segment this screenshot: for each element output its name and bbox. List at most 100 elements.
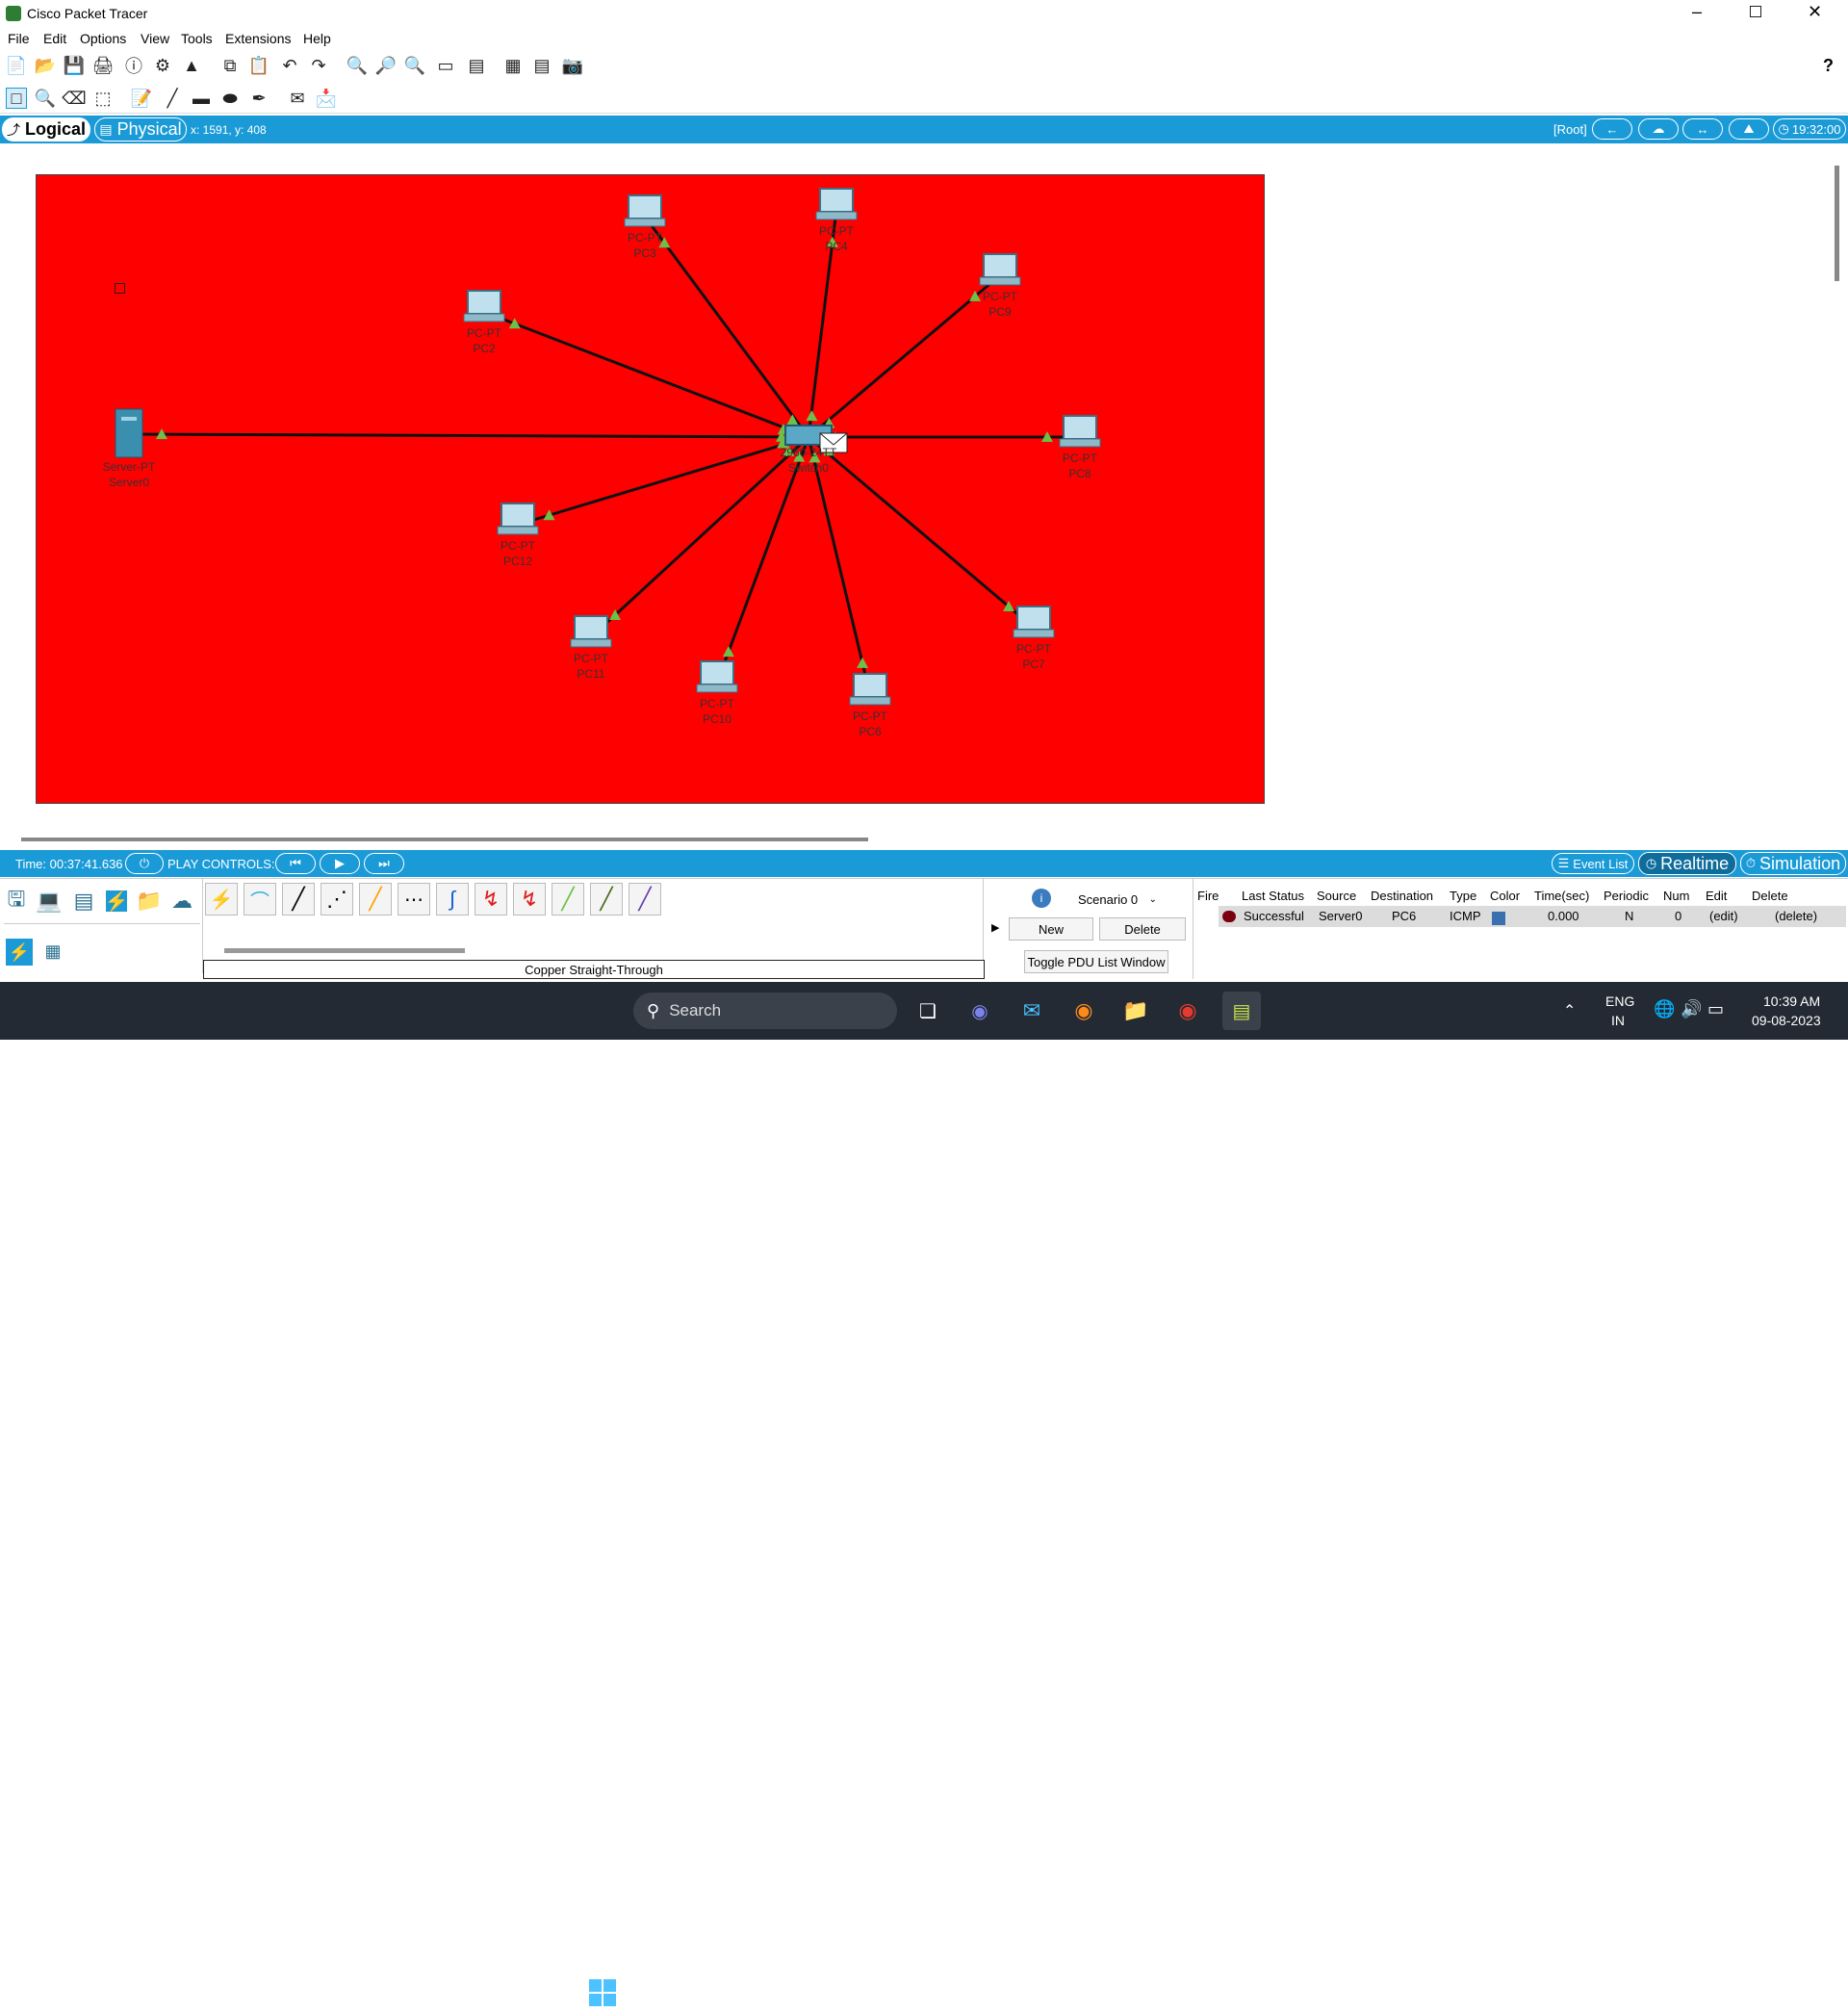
start-icon[interactable]: [583, 1973, 622, 2012]
simulation-button[interactable]: ⏱ Simulation: [1740, 852, 1846, 875]
device-Switch0[interactable]: 2960-24TT Switch0: [781, 425, 848, 475]
select-icon[interactable]: □: [6, 88, 27, 109]
connections-category-icon[interactable]: ⚡: [105, 890, 128, 913]
serial-dte-icon[interactable]: ↯: [513, 883, 546, 916]
clock-date[interactable]: 09-08-2023: [1752, 1013, 1821, 1028]
misc-icon[interactable]: 📁: [136, 889, 162, 913]
cable-scrollbar[interactable]: [224, 948, 465, 953]
selection-marker[interactable]: [115, 283, 125, 294]
device-PC3[interactable]: PC-PTPC3: [624, 194, 666, 260]
delete-scenario-button[interactable]: Delete: [1099, 917, 1186, 941]
zoom-in-icon[interactable]: 🔍: [346, 55, 368, 76]
chevron-up-icon[interactable]: ⌃: [1563, 1001, 1576, 1020]
delete-icon[interactable]: ⌫: [62, 88, 86, 109]
clock-time[interactable]: 10:39 AM: [1763, 993, 1820, 1009]
zoom-reset-icon[interactable]: 🔎: [375, 55, 397, 76]
screenshot-icon[interactable]: 📷: [562, 55, 583, 76]
file-explorer-icon[interactable]: 📁: [1116, 992, 1155, 1030]
play-icon[interactable]: ▶: [320, 853, 360, 874]
menu-options[interactable]: Options: [80, 31, 126, 46]
connections-subcategory-icon[interactable]: ⚡: [6, 939, 33, 966]
menu-tools[interactable]: Tools: [181, 31, 213, 46]
octal-cable-icon[interactable]: ╱: [552, 883, 584, 916]
link-PC7[interactable]: [808, 435, 1035, 630]
draw-line-icon[interactable]: ╱: [162, 88, 183, 109]
place-note-icon[interactable]: 📝: [131, 88, 152, 109]
device-Server0[interactable]: Server-PT Server0: [103, 408, 156, 489]
fire-icon[interactable]: [1222, 911, 1236, 922]
background-image-icon[interactable]: ⛰: [1729, 118, 1769, 140]
undo-icon[interactable]: ↶: [279, 55, 300, 76]
console-cable-icon[interactable]: ⌒: [244, 883, 276, 916]
menu-extensions[interactable]: Extensions: [225, 31, 291, 46]
close-icon[interactable]: ✕: [1808, 2, 1822, 22]
menu-edit[interactable]: Edit: [43, 31, 66, 46]
drawing-palette-icon[interactable]: ▭: [435, 55, 456, 76]
coaxial-icon[interactable]: ∫: [436, 883, 469, 916]
scenario-select[interactable]: Scenario 0 ⌄: [1074, 889, 1161, 910]
zoom-out-icon[interactable]: 🔍: [404, 55, 425, 76]
packet-tracer-taskbar-icon[interactable]: ▤: [1222, 992, 1261, 1030]
draw-ellipse-icon[interactable]: ⬬: [219, 88, 241, 109]
step-forward-icon[interactable]: ⏭: [364, 853, 404, 874]
device-PC11[interactable]: PC-PT PC11: [570, 615, 612, 681]
device-PC12[interactable]: PC-PT PC12: [497, 503, 539, 568]
chrome-icon[interactable]: ◉: [1168, 992, 1207, 1030]
collapse-arrow-icon[interactable]: ▶: [991, 921, 999, 934]
lang-in[interactable]: IN: [1611, 1013, 1625, 1028]
link-PC12[interactable]: [517, 435, 809, 527]
link-PC11[interactable]: [589, 435, 810, 639]
draw-rectangle-icon[interactable]: ▬: [191, 88, 212, 109]
network-devices-icon[interactable]: 🖫: [6, 887, 27, 912]
end-devices-icon[interactable]: 💻: [36, 889, 62, 913]
add-simple-pdu-icon[interactable]: ✉: [287, 88, 308, 109]
tab-logical[interactable]: ⤴ Logical: [2, 117, 90, 142]
link-Server0[interactable]: [128, 432, 809, 439]
cell-delete[interactable]: (delete): [1775, 909, 1817, 923]
new-file-icon[interactable]: 📄: [6, 55, 27, 76]
weather-icon[interactable]: ☁: [19, 1973, 58, 2012]
help-icon[interactable]: ?: [1823, 56, 1834, 76]
cluster-view-icon[interactable]: ☁: [1638, 118, 1679, 140]
device-PC7[interactable]: PC-PT PC7: [1013, 606, 1055, 671]
copy-icon[interactable]: ⧉: [219, 55, 241, 76]
tab-physical[interactable]: ▤ Physical: [94, 117, 187, 142]
open-folder-icon[interactable]: 📂: [35, 55, 56, 76]
activity-wizard-icon[interactable]: ▲: [181, 55, 202, 76]
resize-shape-icon[interactable]: ⬚: [92, 88, 114, 109]
multiuser-icon[interactable]: ☁: [171, 889, 192, 913]
paste-icon[interactable]: 📋: [248, 55, 270, 76]
custom-devices-icon[interactable]: ▤: [466, 55, 487, 76]
device-PC2[interactable]: PC-PT PC2: [463, 290, 505, 355]
vertical-scrollbar[interactable]: [1835, 166, 1839, 281]
event-list-button[interactable]: ☰ Event List: [1552, 853, 1634, 874]
root-label[interactable]: [Root]: [1553, 122, 1587, 137]
copper-cross-over-icon[interactable]: ⋰: [321, 883, 353, 916]
link-PC6[interactable]: [807, 436, 872, 696]
fiber-icon[interactable]: ╱: [359, 883, 392, 916]
cluster-icon[interactable]: ▦: [502, 55, 524, 76]
menu-view[interactable]: View: [141, 31, 169, 46]
cell-edit[interactable]: (edit): [1709, 909, 1738, 923]
copper-straight-through-icon[interactable]: ╱: [282, 883, 315, 916]
network-icon[interactable]: 🌐: [1654, 999, 1675, 1019]
components-icon[interactable]: ▤: [73, 889, 94, 913]
ipc-icon[interactable]: ▤: [531, 55, 552, 76]
serial-dce-icon[interactable]: ↯: [475, 883, 507, 916]
toggle-pdu-list-button[interactable]: Toggle PDU List Window: [1024, 950, 1168, 973]
firefox-icon[interactable]: ◉: [1065, 992, 1103, 1030]
device-PC6[interactable]: PC-PT PC6: [849, 673, 891, 738]
back-icon[interactable]: ←: [1592, 118, 1632, 140]
menu-help[interactable]: Help: [303, 31, 331, 46]
print-icon[interactable]: 🖨: [92, 55, 115, 76]
menu-file[interactable]: File: [8, 31, 30, 46]
step-back-icon[interactable]: ⏮: [275, 853, 316, 874]
restore-icon[interactable]: [1750, 6, 1761, 17]
usb-cable-icon[interactable]: ╱: [629, 883, 661, 916]
battery-icon[interactable]: ▭: [1707, 999, 1724, 1019]
realtime-button[interactable]: ◷ Realtime: [1638, 852, 1736, 875]
volume-icon[interactable]: 🔊: [1681, 999, 1702, 1019]
topology-svg[interactable]: PC-PTPC3PC-PTPC4PC-PTPC9PC-PTPC2Server-P…: [37, 175, 1266, 805]
move-object-icon[interactable]: ↔: [1682, 118, 1723, 140]
table-row[interactable]: [1219, 906, 1846, 927]
